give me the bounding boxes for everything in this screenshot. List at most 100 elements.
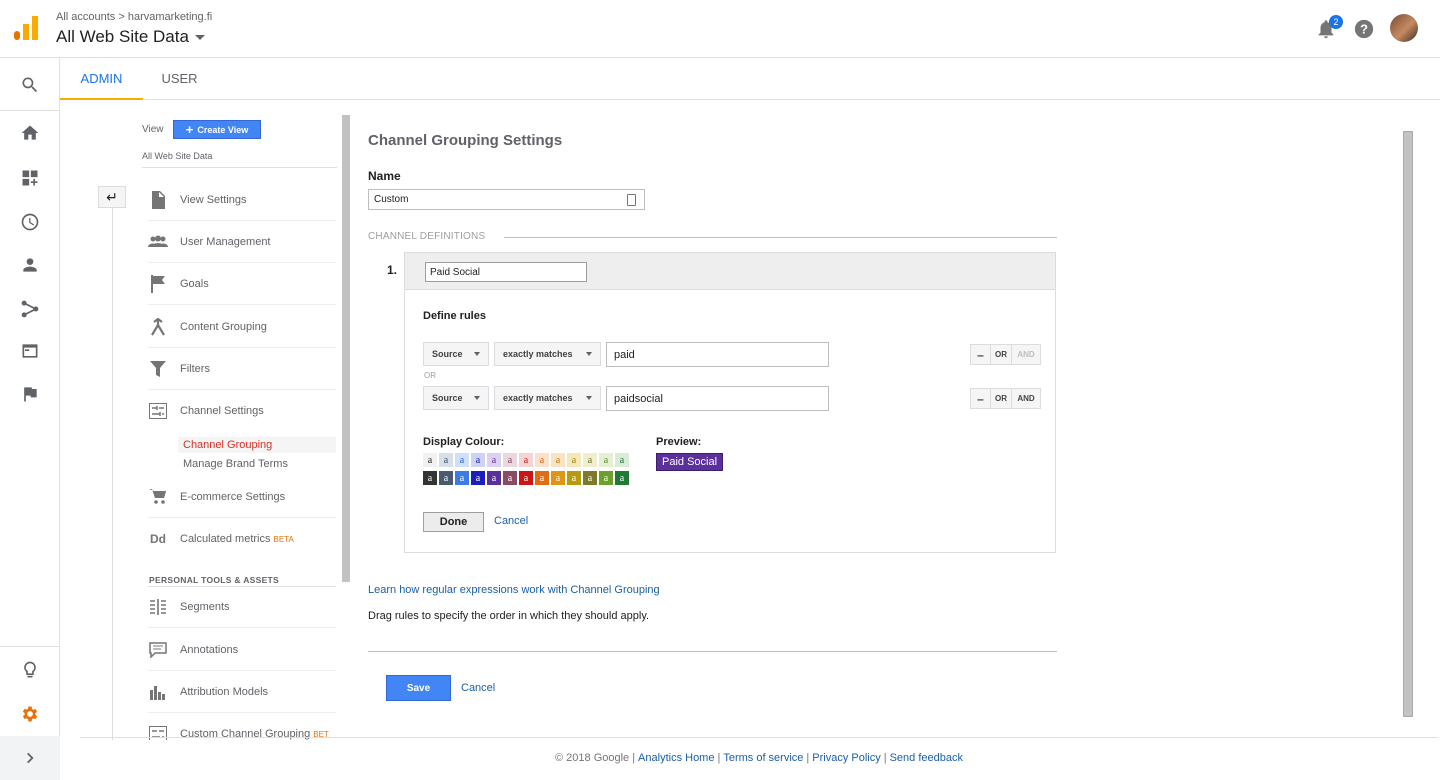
dark-colour-swatch[interactable]: a — [535, 471, 549, 485]
collapse-arrow-icon[interactable]: ↵ — [98, 186, 126, 208]
light-colour-swatch[interactable]: a — [583, 453, 597, 467]
nav-item-custom-channel-grouping[interactable]: Custom Channel Grouping BET — [148, 713, 336, 740]
breadcrumb[interactable]: All accounts > harvamarketing.fi — [56, 11, 212, 23]
rule-value-input[interactable] — [606, 386, 829, 411]
and-button[interactable]: AND — [1012, 345, 1040, 364]
nav-item-goals[interactable]: Goals — [148, 263, 336, 305]
sub-item-channel-grouping[interactable]: Channel Grouping — [178, 437, 336, 453]
light-colour-swatch[interactable]: a — [487, 453, 501, 467]
breadcrumb-account[interactable]: harvamarketing.fi — [128, 11, 212, 23]
dark-colour-swatch[interactable]: a — [423, 471, 437, 485]
dark-colour-swatch[interactable]: a — [487, 471, 501, 485]
dark-colour-swatch[interactable]: a — [583, 471, 597, 485]
nav-item-annotations[interactable]: Annotations — [148, 629, 336, 671]
input-autofill-icon[interactable] — [627, 194, 636, 206]
light-colour-swatch[interactable]: a — [471, 453, 485, 467]
admin-column-scrollbar[interactable] — [342, 115, 350, 582]
light-colour-swatch[interactable]: a — [551, 453, 565, 467]
light-colour-swatch[interactable]: a — [599, 453, 613, 467]
users-icon — [148, 232, 168, 252]
dark-colour-swatch[interactable]: a — [471, 471, 485, 485]
rule-dimension-select[interactable]: Source — [423, 386, 489, 410]
home-icon[interactable] — [0, 111, 60, 155]
audience-person-icon[interactable] — [0, 243, 60, 287]
search-icon[interactable] — [0, 63, 60, 107]
cancel-channel-link[interactable]: Cancel — [494, 515, 528, 527]
and-button[interactable]: AND — [1012, 389, 1040, 408]
breadcrumb-all-accounts[interactable]: All accounts — [56, 11, 115, 23]
user-avatar[interactable] — [1390, 14, 1418, 42]
nav-divider — [0, 646, 60, 647]
nav-item-user-management[interactable]: User Management — [148, 221, 336, 263]
sub-item-manage-brand-terms[interactable]: Manage Brand Terms — [178, 456, 336, 472]
view-name: All Web Site Data — [142, 151, 213, 161]
display-colour-label: Display Colour: — [423, 436, 505, 448]
cancel-link[interactable]: Cancel — [461, 682, 495, 694]
light-colour-swatch[interactable]: a — [519, 453, 533, 467]
discover-bulb-icon[interactable] — [0, 648, 60, 692]
customize-icon[interactable] — [0, 156, 60, 200]
main-scrollbar[interactable] — [1403, 131, 1413, 717]
acquisition-icon[interactable] — [0, 287, 60, 331]
nav-item-view-settings[interactable]: View Settings — [148, 179, 336, 221]
behavior-icon[interactable] — [0, 329, 60, 373]
nav-item-label: Calculated metrics BETA — [180, 533, 294, 545]
remove-rule-button[interactable]: – — [971, 389, 991, 408]
or-button[interactable]: OR — [991, 389, 1012, 408]
left-navigation — [0, 58, 60, 780]
rule-dimension-select[interactable]: Source — [423, 342, 489, 366]
light-colour-swatch[interactable]: a — [503, 453, 517, 467]
rule-value-input[interactable] — [606, 342, 829, 367]
help-icon[interactable]: ? — [1353, 18, 1375, 40]
light-colour-swatch[interactable]: a — [535, 453, 549, 467]
nav-item-attribution-models[interactable]: Attribution Models — [148, 671, 336, 713]
or-button[interactable]: OR — [991, 345, 1012, 364]
property-view-selector[interactable]: All Web Site Data — [56, 27, 205, 47]
dark-colour-swatch[interactable]: a — [439, 471, 453, 485]
nav-item-segments[interactable]: Segments — [148, 586, 336, 628]
dark-colour-swatch[interactable]: a — [519, 471, 533, 485]
channel-name-input[interactable] — [425, 262, 587, 282]
footer-link-terms[interactable]: Terms of service — [723, 752, 803, 764]
footer-link-privacy[interactable]: Privacy Policy — [812, 752, 880, 764]
done-button[interactable]: Done — [423, 512, 484, 532]
footer-link-analytics-home[interactable]: Analytics Home — [638, 752, 714, 764]
tab-admin[interactable]: ADMIN — [60, 58, 143, 100]
nav-item-content-grouping[interactable]: Content Grouping — [148, 306, 336, 348]
dark-colour-swatch[interactable]: a — [615, 471, 629, 485]
dark-colour-swatch[interactable]: a — [503, 471, 517, 485]
calculated-metrics-label: Calculated metrics — [180, 533, 271, 545]
rule-operator-select[interactable]: exactly matches — [494, 342, 601, 366]
conversions-flag-icon[interactable] — [0, 372, 60, 416]
learn-regex-link[interactable]: Learn how regular expressions work with … — [368, 584, 660, 596]
dropdown-arrow-icon — [586, 352, 592, 356]
create-view-button[interactable]: + Create View — [173, 120, 261, 139]
save-button[interactable]: Save — [386, 675, 451, 701]
footer-link-feedback[interactable]: Send feedback — [890, 752, 963, 764]
dark-colour-swatch[interactable]: a — [567, 471, 581, 485]
dark-colour-swatch[interactable]: a — [599, 471, 613, 485]
analytics-logo-icon[interactable] — [14, 16, 38, 40]
nav-item-calculated-metrics[interactable]: Dd Calculated metrics BETA — [148, 518, 336, 560]
light-colour-swatch[interactable]: a — [567, 453, 581, 467]
light-colour-swatch[interactable]: a — [455, 453, 469, 467]
nav-item-filters[interactable]: Filters — [148, 348, 336, 390]
document-icon — [148, 190, 168, 210]
rule-operator-select[interactable]: exactly matches — [494, 386, 601, 410]
channel-definition-header[interactable] — [405, 253, 1055, 290]
expand-chevron-icon[interactable] — [0, 736, 60, 780]
grouping-name-input[interactable] — [368, 189, 645, 210]
nav-item-channel-settings[interactable]: Channel Settings — [148, 390, 336, 432]
light-colour-swatch[interactable]: a — [615, 453, 629, 467]
dark-colour-swatch[interactable]: a — [551, 471, 565, 485]
light-colour-swatch[interactable]: a — [423, 453, 437, 467]
admin-gear-icon[interactable] — [0, 692, 60, 736]
realtime-clock-icon[interactable] — [0, 200, 60, 244]
dark-colour-swatch[interactable]: a — [455, 471, 469, 485]
nav-item-label: Segments — [180, 600, 230, 613]
remove-rule-button[interactable]: – — [971, 345, 991, 364]
tab-user[interactable]: USER — [143, 58, 216, 100]
rule-actions: – OR AND — [970, 344, 1041, 365]
nav-item-ecommerce-settings[interactable]: E-commerce Settings — [148, 476, 336, 518]
light-colour-swatch[interactable]: a — [439, 453, 453, 467]
